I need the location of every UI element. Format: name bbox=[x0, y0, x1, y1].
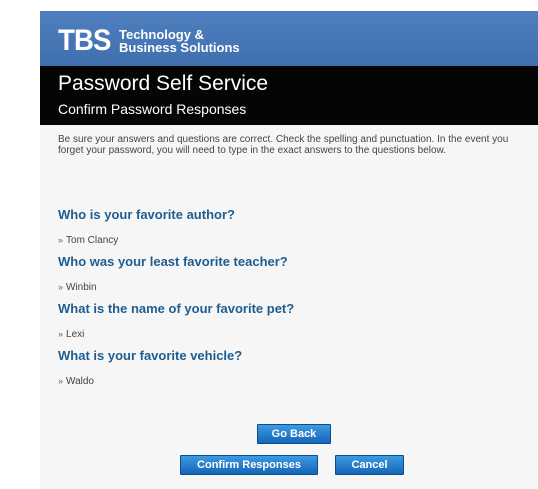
answer-text: Waldo bbox=[66, 376, 94, 387]
answer-text: Winbin bbox=[66, 282, 97, 293]
logo-words: Technology & Business Solutions bbox=[119, 28, 240, 54]
question: Who is your favorite author? bbox=[58, 207, 235, 222]
logo-line-2: Business Solutions bbox=[119, 40, 240, 55]
answer: » Waldo bbox=[58, 375, 518, 388]
brand-bar: TBS Technology & Business Solutions bbox=[40, 11, 538, 66]
question: What is your favorite vehicle? bbox=[58, 348, 243, 363]
question: What is the name of your favorite pet? bbox=[58, 301, 295, 316]
answer: » Winbin bbox=[58, 281, 518, 294]
cancel-button[interactable]: Cancel bbox=[335, 455, 404, 475]
intro-text: Be sure your answers and questions are c… bbox=[58, 134, 509, 156]
bullet-icon: » bbox=[58, 329, 64, 339]
qa-item: What is your favorite vehicle? » Waldo bbox=[58, 348, 518, 388]
answer-text: Tom Clancy bbox=[66, 235, 119, 246]
page-subtitle: Confirm Password Responses bbox=[58, 101, 247, 117]
logo-abbr: TBS bbox=[58, 24, 111, 57]
title-bar: Password Self Service Confirm Password R… bbox=[40, 66, 538, 125]
qa-list: Who is your favorite author? » Tom Clancy… bbox=[58, 207, 518, 395]
bullet-icon: » bbox=[58, 235, 64, 245]
confirm-responses-button[interactable]: Confirm Responses bbox=[180, 455, 318, 475]
page-title: Password Self Service bbox=[58, 72, 269, 95]
bullet-icon: » bbox=[58, 282, 64, 292]
qa-item: Who was your least favorite teacher? » Wi… bbox=[58, 254, 518, 294]
qa-item: What is the name of your favorite pet? »… bbox=[58, 301, 518, 341]
answer: » Lexi bbox=[58, 328, 518, 341]
answer-text: Lexi bbox=[66, 329, 85, 340]
go-back-button[interactable]: Go Back bbox=[257, 424, 331, 444]
page-frame: TBS Technology & Business Solutions Pass… bbox=[40, 11, 538, 489]
company-logo: TBS Technology & Business Solutions bbox=[58, 25, 240, 57]
answer: » Tom Clancy bbox=[58, 234, 518, 247]
bullet-icon: » bbox=[58, 376, 64, 386]
question: Who was your least favorite teacher? bbox=[58, 254, 288, 269]
qa-item: Who is your favorite author? » Tom Clancy bbox=[58, 207, 518, 247]
